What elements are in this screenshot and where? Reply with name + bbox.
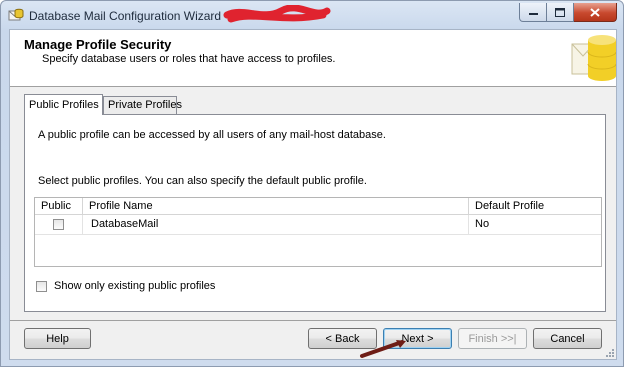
wizard-window: Database Mail Configuration Wizard - Man… [0, 0, 624, 367]
redaction-scribble [223, 5, 331, 23]
profiles-grid: Public Profile Name Default Profile Data… [34, 197, 602, 267]
minimize-icon [528, 13, 538, 15]
finish-button[interactable]: Finish >>| [458, 328, 527, 349]
maximize-button[interactable] [547, 3, 574, 22]
show-existing-checkbox[interactable] [36, 280, 47, 292]
show-existing-label: Show only existing public profiles [54, 280, 216, 292]
default-profile-cell[interactable]: No [469, 215, 601, 234]
close-button[interactable] [574, 3, 617, 22]
grid-header: Public Profile Name Default Profile [35, 198, 601, 215]
window-title: Database Mail Configuration Wizard - [29, 9, 229, 23]
column-header-default-profile[interactable]: Default Profile [469, 198, 601, 214]
minimize-button[interactable] [519, 3, 547, 22]
wizard-client-area: Manage Profile Security Specify database… [9, 29, 617, 360]
page-title: Manage Profile Security [24, 37, 172, 52]
database-mail-icon [8, 8, 24, 21]
tab-private-profiles[interactable]: Private Profiles [103, 96, 182, 114]
public-profiles-panel: A public profile can be accessed by all … [24, 114, 606, 312]
public-profile-instruction: Select public profiles. You can also spe… [38, 175, 367, 187]
footer-divider [10, 320, 616, 321]
maximize-icon [555, 7, 565, 17]
public-profile-description: A public profile can be accessed by all … [38, 129, 386, 141]
window-controls [519, 3, 617, 22]
column-header-profile-name[interactable]: Profile Name [83, 198, 469, 214]
resize-grip-icon[interactable] [604, 347, 614, 357]
column-header-public[interactable]: Public [35, 198, 83, 214]
public-cell [35, 215, 83, 234]
page-subtitle: Specify database users or roles that hav… [42, 53, 336, 65]
wizard-header: Manage Profile Security Specify database… [10, 30, 616, 87]
cancel-button[interactable]: Cancel [533, 328, 602, 349]
show-existing-option[interactable]: Show only existing public profiles [36, 280, 215, 292]
profile-name-cell: DatabaseMail [83, 215, 469, 234]
close-icon [590, 7, 600, 17]
tab-public-profiles[interactable]: Public Profiles [24, 94, 103, 115]
table-row[interactable]: DatabaseMail No [35, 215, 601, 235]
title-bar[interactable]: Database Mail Configuration Wizard - [1, 1, 623, 29]
database-banner-icon [571, 35, 616, 81]
annotation-arrow [360, 340, 406, 358]
help-button[interactable]: Help [24, 328, 91, 349]
public-checkbox[interactable] [53, 219, 64, 230]
